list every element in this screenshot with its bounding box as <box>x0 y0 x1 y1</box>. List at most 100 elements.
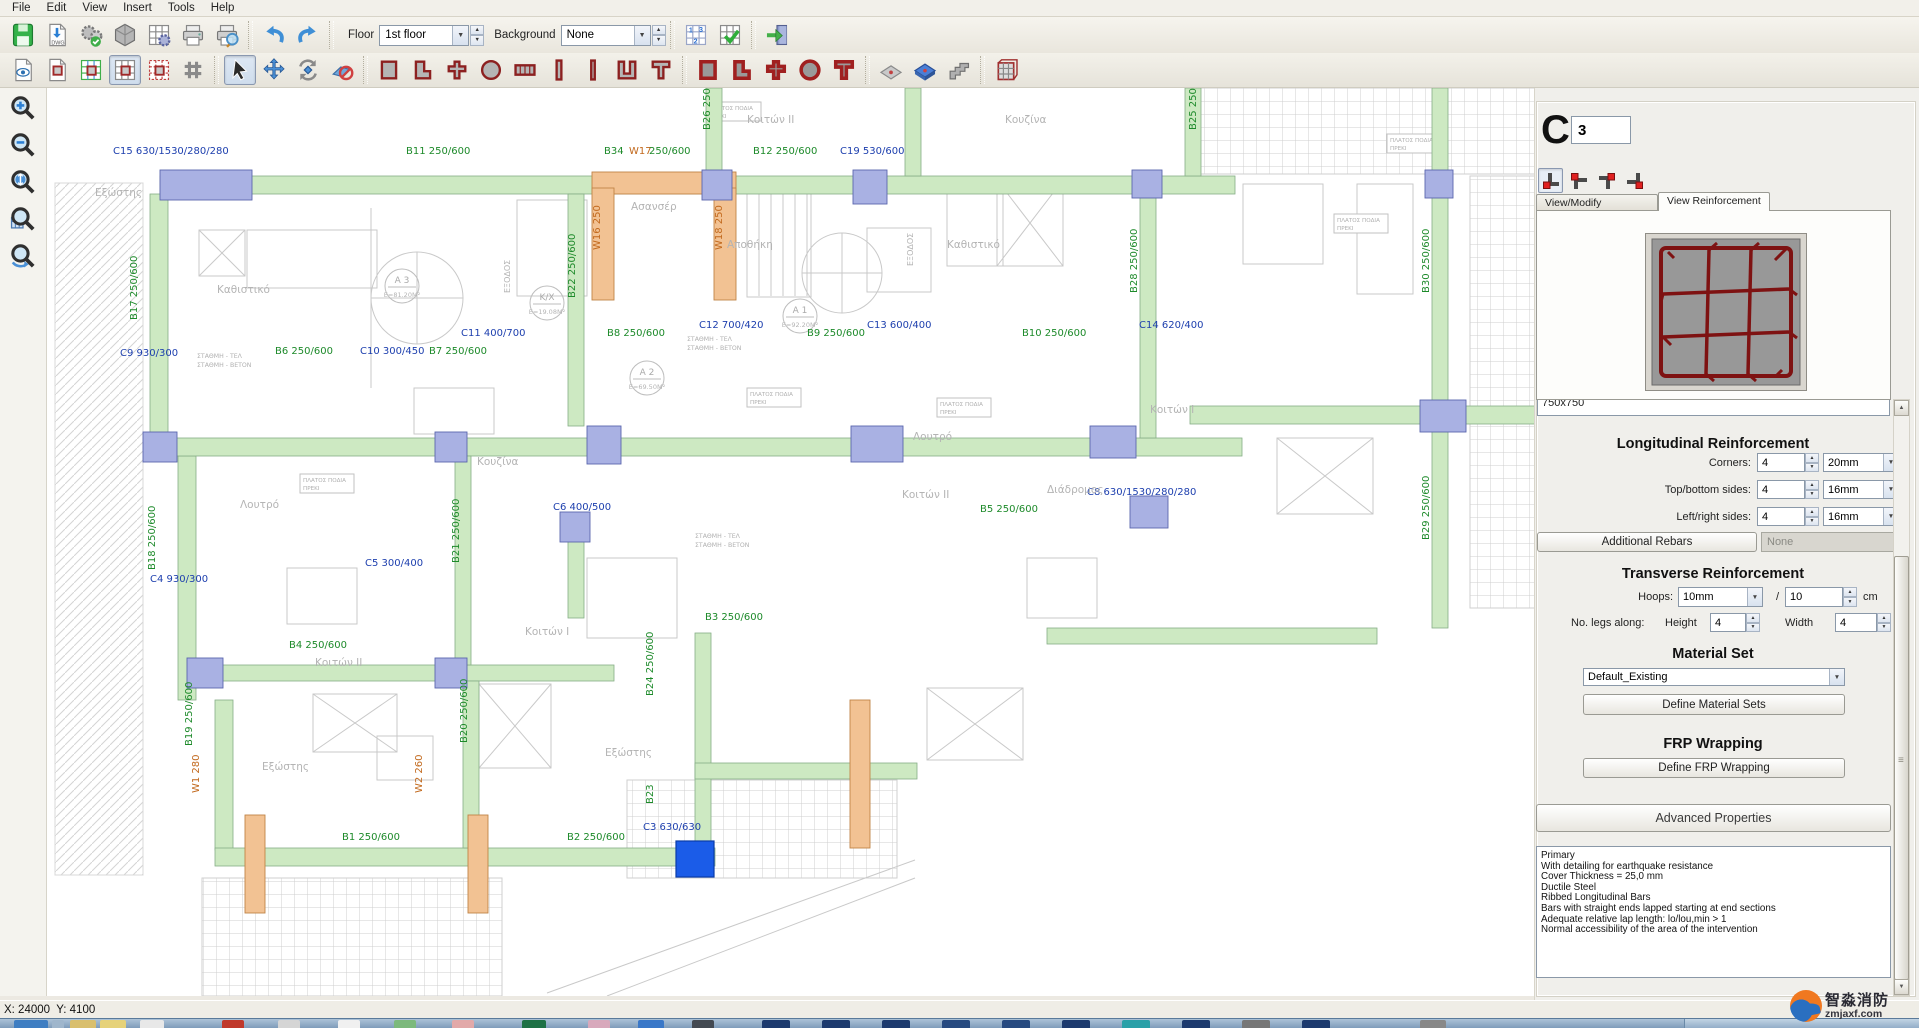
section-size-list[interactable]: 750x750 <box>1537 399 1890 416</box>
taskbar-item[interactable] <box>1002 1020 1030 1028</box>
orient-br-button[interactable] <box>1566 168 1591 193</box>
cube-3d-button[interactable] <box>109 20 141 50</box>
grid-check-button[interactable] <box>714 20 746 50</box>
chevron-down-icon[interactable]: ▼ <box>634 26 650 45</box>
taskbar-item[interactable] <box>1182 1020 1210 1028</box>
taskbar-item[interactable] <box>100 1020 126 1028</box>
grid-gear-button[interactable] <box>143 20 175 50</box>
panel-scrollbar[interactable]: ▲ ▼ <box>1893 399 1910 996</box>
scroll-up-icon[interactable]: ▲ <box>1894 400 1909 416</box>
section-number-input[interactable] <box>1571 116 1631 144</box>
plan-column[interactable] <box>560 512 590 542</box>
plan-beam[interactable] <box>1047 628 1377 644</box>
taskbar-item[interactable] <box>638 1020 664 1028</box>
orient-bl-button[interactable] <box>1538 168 1563 193</box>
plan-beam[interactable] <box>190 665 614 681</box>
column-circle-button[interactable] <box>475 55 507 85</box>
jacket-l-button[interactable] <box>726 55 758 85</box>
print-button[interactable] <box>177 20 209 50</box>
print-preview-button[interactable] <box>211 20 243 50</box>
corners-spinner[interactable]: ▲▼ <box>1805 453 1819 472</box>
taskbar-item[interactable] <box>1302 1020 1330 1028</box>
zoom-window-button[interactable] <box>5 202 41 236</box>
define-material-sets-button[interactable]: Define Material Sets <box>1583 694 1845 715</box>
exit-button[interactable] <box>761 20 793 50</box>
topbottom-count-input[interactable] <box>1757 480 1805 499</box>
corners-count-input[interactable] <box>1757 453 1805 472</box>
advanced-properties-button[interactable]: Advanced Properties <box>1536 804 1891 832</box>
topbottom-spinner[interactable]: ▲▼ <box>1805 480 1819 499</box>
plan-column[interactable] <box>435 432 467 462</box>
menu-view[interactable]: View <box>74 1 115 15</box>
plan-wall[interactable] <box>850 700 870 848</box>
zoom-extents-button[interactable] <box>5 165 41 199</box>
taskbar-item[interactable] <box>822 1020 850 1028</box>
plan-beam[interactable] <box>215 848 715 866</box>
wall-bar1-button[interactable] <box>543 55 575 85</box>
additional-rebars-button[interactable]: Additional Rebars <box>1537 532 1757 552</box>
taskbar-item[interactable] <box>588 1020 610 1028</box>
taskbar-item[interactable] <box>1122 1020 1150 1028</box>
windows-taskbar[interactable] <box>0 1018 1919 1028</box>
column-tee-button[interactable] <box>645 55 677 85</box>
slab-flat-button[interactable] <box>875 55 907 85</box>
corners-diameter-dropdown[interactable]: 20mm ▼ <box>1823 453 1899 472</box>
plan-beam[interactable] <box>1140 194 1156 438</box>
leftright-count-input[interactable] <box>1757 507 1805 526</box>
plan-wall[interactable] <box>245 815 265 913</box>
taskbar-item[interactable] <box>52 1020 64 1028</box>
legs-height-spinner[interactable]: ▲▼ <box>1746 613 1760 632</box>
zoom-in-button[interactable] <box>5 91 41 125</box>
taskbar-item[interactable] <box>70 1020 96 1028</box>
grid-column-button[interactable] <box>109 55 141 85</box>
menu-tools[interactable]: Tools <box>160 1 203 15</box>
save-button[interactable] <box>7 20 39 50</box>
plan-beam[interactable] <box>695 763 917 779</box>
taskbar-item[interactable] <box>452 1020 474 1028</box>
wall-bar2-button[interactable] <box>577 55 609 85</box>
leftright-diameter-dropdown[interactable]: 16mm ▼ <box>1823 507 1899 526</box>
building-3d-button[interactable] <box>990 55 1022 85</box>
zoom-dynamic-button[interactable] <box>5 239 41 273</box>
dwg-eye-button[interactable] <box>7 55 39 85</box>
dwg-column-button[interactable] <box>41 55 73 85</box>
hoops-spacing-spinner[interactable]: ▲▼ <box>1843 587 1857 607</box>
taskbar-item[interactable] <box>1062 1020 1090 1028</box>
slab-solid-button[interactable] <box>909 55 941 85</box>
move-button[interactable] <box>258 55 290 85</box>
scrollbar-thumb[interactable] <box>1894 556 1909 980</box>
zoom-out-button[interactable] <box>5 128 41 162</box>
taskbar-item[interactable] <box>692 1020 714 1028</box>
taskbar-item[interactable] <box>338 1020 360 1028</box>
plan-column[interactable] <box>587 426 621 464</box>
plan-column[interactable] <box>1090 426 1136 458</box>
chevron-down-icon[interactable]: ▼ <box>1829 669 1844 685</box>
jacket-rect-button[interactable] <box>692 55 724 85</box>
menu-insert[interactable]: Insert <box>115 1 160 15</box>
rotate-button[interactable] <box>292 55 324 85</box>
redo-button[interactable] <box>292 20 324 50</box>
plan-beam[interactable] <box>150 438 1242 456</box>
column-l-button[interactable] <box>407 55 439 85</box>
plan-column[interactable] <box>853 170 887 204</box>
background-spinner[interactable]: ▲▼ <box>652 25 666 46</box>
legs-width-spinner[interactable]: ▲▼ <box>1877 613 1891 632</box>
hoops-diameter-dropdown[interactable]: 10mm ▼ <box>1678 587 1763 607</box>
plan-column-selected[interactable] <box>676 841 714 877</box>
orient-tl-button[interactable] <box>1622 168 1647 193</box>
orient-tr-button[interactable] <box>1594 168 1619 193</box>
grid-column-red-button[interactable] <box>143 55 175 85</box>
chevron-down-icon[interactable]: ▼ <box>452 26 468 45</box>
taskbar-item[interactable] <box>1420 1020 1446 1028</box>
column-u-button[interactable] <box>611 55 643 85</box>
menu-file[interactable]: File <box>4 1 39 15</box>
plan-column[interactable] <box>851 426 903 462</box>
legs-height-input[interactable] <box>1710 613 1746 632</box>
taskbar-item[interactable] <box>278 1020 300 1028</box>
chevron-down-icon[interactable]: ▼ <box>1747 588 1762 606</box>
plan-column[interactable] <box>1420 400 1466 432</box>
column-t-button[interactable] <box>441 55 473 85</box>
jacket-circle-button[interactable] <box>794 55 826 85</box>
floor-dropdown[interactable]: 1st floor ▼ <box>379 25 469 46</box>
background-dropdown[interactable]: None ▼ <box>561 25 651 46</box>
